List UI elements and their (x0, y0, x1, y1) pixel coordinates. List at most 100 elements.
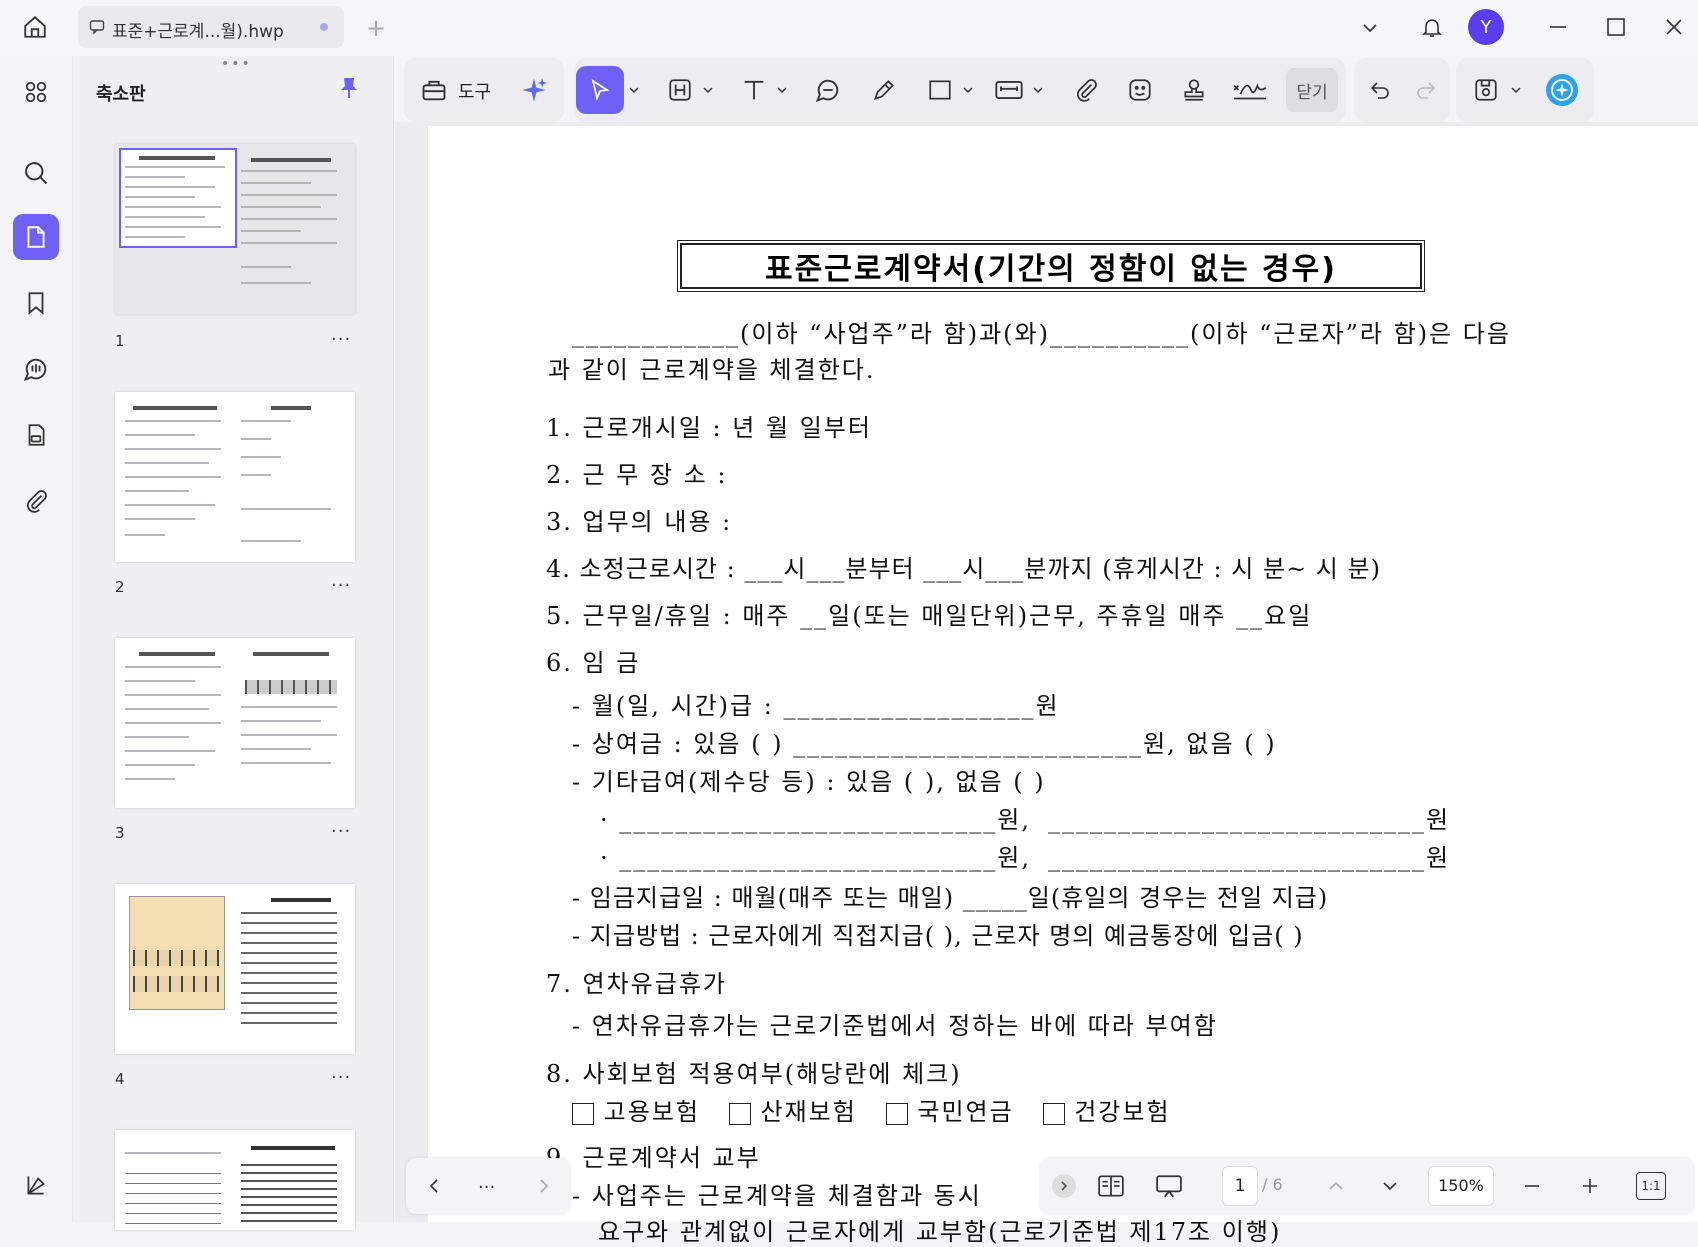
clause-2: 2. 근 무 장 소 : (546, 461, 728, 489)
highlight-icon[interactable] (664, 74, 696, 106)
page-number-input[interactable]: 1 (1222, 1166, 1258, 1206)
clause-6: 6. 임 금 (546, 649, 641, 677)
clause-1: 1. 근로개시일 : 년 월 일부터 (546, 414, 872, 442)
actual-size-label: 1:1 (1641, 1179, 1661, 1193)
close-mode-button[interactable]: 닫기 (1286, 68, 1338, 112)
thumb-more-button[interactable]: ... (331, 570, 351, 591)
document-storage-icon[interactable] (13, 412, 59, 458)
page-scroll-nav: ... (406, 1158, 570, 1214)
comment-tool-icon[interactable] (812, 74, 844, 106)
chevron-down-icon[interactable] (1356, 14, 1384, 42)
annotation-group: 닫기 (574, 58, 1346, 122)
page-thumbnail-1[interactable] (115, 144, 355, 314)
page-thumbnail-4[interactable] (115, 884, 355, 1054)
document-tab[interactable]: 표준+근로계...월).hwp (78, 6, 344, 48)
zoom-out-icon[interactable] (1518, 1172, 1546, 1200)
thumb-number: 3 (115, 824, 125, 842)
two-page-view-icon[interactable] (1094, 1170, 1128, 1202)
clause-6-other-pay-line-1-left: · ___________________________원, (600, 806, 1031, 834)
chevron-down-icon[interactable] (626, 82, 642, 98)
intro-line-1: ____________(이하 “사업주”라 함)과(와)__________(… (572, 320, 1511, 348)
clause-9-detail: - 사업주는 근로계약을 체결함과 동시 (572, 1182, 982, 1210)
thumb-number: 1 (115, 332, 125, 350)
checkbox (885, 1102, 908, 1125)
history-group (1354, 58, 1450, 122)
new-tab-plus-icon[interactable]: + (362, 14, 390, 42)
bell-icon[interactable] (1415, 10, 1449, 44)
clause-7: 7. 연차유급휴가 (546, 970, 728, 998)
checkbox (1042, 1102, 1065, 1125)
rectangle-icon[interactable] (924, 74, 956, 106)
chevron-right-icon[interactable] (530, 1172, 558, 1200)
page-thumbnail-5[interactable] (115, 1130, 355, 1230)
avatar[interactable]: Y (1468, 9, 1504, 45)
attachment-icon[interactable] (13, 478, 59, 524)
document-title: 표준근로계약서(기간의 정함이 없는 경우) (677, 240, 1425, 292)
undo-icon[interactable] (1364, 74, 1396, 106)
apps-grid-icon[interactable] (13, 69, 59, 115)
page-thumbnail-2[interactable] (115, 392, 355, 562)
pin-icon[interactable] (335, 74, 363, 102)
clause-6-bonus: - 상여금 : 있음 ( ) _________________________… (572, 730, 1277, 758)
pen-icon[interactable] (868, 74, 900, 106)
thumb-more-button[interactable]: ... (331, 324, 351, 345)
chevron-down-icon[interactable] (1376, 1172, 1404, 1200)
tools-label[interactable]: 도구 (458, 78, 491, 104)
chevron-down-icon[interactable] (700, 82, 716, 98)
attach-file-icon[interactable] (1070, 74, 1102, 106)
clause-5: 5. 근무일/휴일 : 매주 __일(또는 매일단위)근무, 주휴일 매주 __… (546, 602, 1313, 630)
clause-3: 3. 업무의 내용 : (546, 508, 733, 536)
maximize-icon[interactable] (1601, 12, 1631, 42)
clause-6-other-pay-line-1-right: ___________________________원 (1048, 806, 1451, 834)
comment-list-icon[interactable] (13, 346, 59, 392)
minimize-icon[interactable] (1543, 12, 1573, 42)
thumb-number: 2 (115, 578, 125, 596)
clause-8: 8. 사회보험 적용여부(해당란에 체크) (546, 1060, 962, 1088)
chevron-down-icon[interactable] (774, 82, 790, 98)
thumb-more-button[interactable]: ... (331, 816, 351, 837)
text-tool-icon[interactable] (738, 74, 770, 106)
bookmark-icon[interactable] (13, 280, 59, 326)
chevron-down-icon[interactable] (1508, 82, 1524, 98)
toolbox-icon[interactable] (418, 74, 450, 106)
save-icon[interactable] (1470, 74, 1502, 106)
zoom-level[interactable]: 150% (1428, 1166, 1494, 1206)
select-pointer-icon[interactable] (576, 66, 624, 114)
clause-4: 4. 소정근로시간 : ___시___분부터 ___시___분까지 (휴게시간 … (546, 555, 1381, 583)
clause-6-other-pay-line-2-left: · ___________________________원, (600, 844, 1031, 872)
thumb-number: 4 (115, 1070, 125, 1088)
close-icon[interactable] (1659, 12, 1689, 42)
thumb-more-button[interactable]: ... (331, 1062, 351, 1083)
ai-assistant-icon[interactable] (1542, 70, 1582, 110)
stamp-icon[interactable] (1178, 74, 1210, 106)
chevron-left-icon[interactable] (420, 1172, 448, 1200)
checkbox (728, 1102, 751, 1125)
chevron-up-icon[interactable] (1322, 1172, 1350, 1200)
clause-9: 9. 근로계약서 교부 (546, 1144, 761, 1172)
sticker-icon[interactable] (1124, 74, 1156, 106)
theme-palette-icon[interactable] (13, 1162, 59, 1208)
more-dots[interactable]: ... (478, 1172, 495, 1193)
clause-6-pay-day: - 임금지급일 : 매월(매주 또는 매일) _____일(휴일의 경우는 전일… (572, 884, 1329, 912)
chevron-down-icon[interactable] (960, 82, 976, 98)
home-icon[interactable] (18, 10, 52, 44)
thumbnail-page-icon[interactable] (13, 214, 59, 260)
signature-icon[interactable] (1230, 74, 1270, 106)
clause-6-pay-method: - 지급방법 : 근로자에게 직접지급( ), 근로자 명의 예금통장에 입금(… (572, 922, 1304, 950)
presentation-icon[interactable] (1152, 1170, 1186, 1202)
page-thumbnail-3[interactable] (115, 638, 355, 808)
collapse-arrow-icon[interactable] (1052, 1174, 1076, 1198)
zoom-in-icon[interactable] (1576, 1172, 1604, 1200)
actual-size-button[interactable]: 1:1 (1636, 1172, 1666, 1200)
panel-drag-handle[interactable]: ••• (221, 56, 252, 72)
toolbar: 도구 닫기 (404, 58, 1694, 122)
left-rail (0, 56, 73, 1222)
clause-9-detail-cont: 요구와 관계없이 근로자에게 교부함(근로기준법 제17조 이행) (598, 1218, 1282, 1246)
search-icon[interactable] (13, 150, 59, 196)
ai-sparkle-icon[interactable] (518, 74, 550, 106)
clause-6-other-pay: - 기타급여(제수당 등) : 있음 ( ), 없음 ( ) (572, 768, 1046, 796)
chevron-down-icon[interactable] (1030, 82, 1046, 98)
unsaved-dot (320, 23, 328, 31)
measure-icon[interactable] (992, 74, 1026, 106)
redo-icon[interactable] (1410, 74, 1442, 106)
